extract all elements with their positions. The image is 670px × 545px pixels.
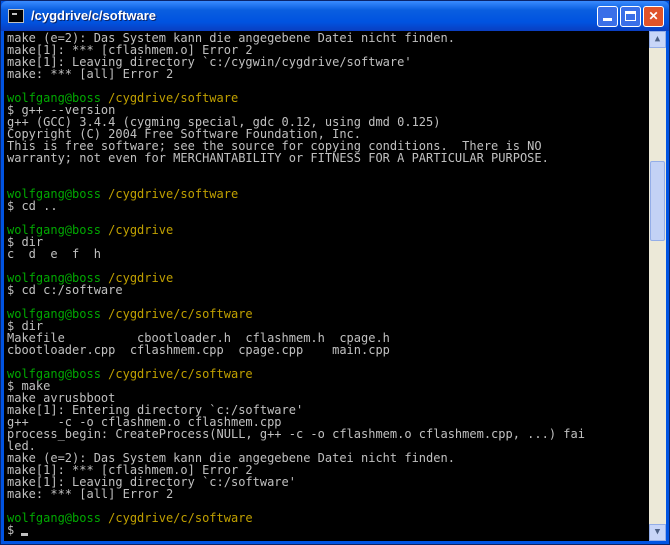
- prompt-line: wolfgang@boss /cygdrive: [7, 224, 647, 236]
- prompt-path: /cygdrive: [108, 223, 174, 237]
- text-cursor: [21, 533, 29, 536]
- output-line: warranty; not even for MERCHANTABILITY o…: [7, 151, 549, 165]
- output-line: cbootloader.cpp cflashmem.cpp cpage.cpp …: [7, 343, 390, 357]
- close-button[interactable]: ✕: [643, 6, 664, 27]
- minimize-icon: [603, 18, 612, 21]
- window-title: /cygdrive/c/software: [31, 8, 156, 23]
- prompt-line: wolfgang@boss /cygdrive/software: [7, 188, 647, 200]
- input-prompt: $: [7, 523, 22, 537]
- prompt-path: /cygdrive/c/software: [108, 307, 253, 321]
- output-line: $ cd ..: [7, 199, 58, 213]
- prompt-path: /cygdrive/c/software: [108, 367, 253, 381]
- prompt-path: /cygdrive/software: [108, 187, 239, 201]
- output-line: c d e f h: [7, 247, 101, 261]
- terminal-window[interactable]: /cygdrive/c/software ✕ make (e=2): Das S…: [0, 0, 670, 545]
- output-line: $ dir: [7, 235, 44, 249]
- title-bar[interactable]: /cygdrive/c/software ✕: [1, 1, 669, 31]
- input-line[interactable]: $: [7, 524, 647, 536]
- maximize-button[interactable]: [620, 6, 641, 27]
- maximize-icon: [625, 11, 636, 21]
- console-icon[interactable]: [8, 9, 24, 23]
- prompt-line: wolfgang@boss /cygdrive/c/software: [7, 308, 647, 320]
- console-area[interactable]: make (e=2): Das System kann die angegebe…: [4, 31, 666, 541]
- output-line: process_begin: CreateProcess(NULL, g++ -…: [7, 427, 585, 441]
- output-line: make: *** [all] Error 2: [7, 487, 174, 501]
- vertical-scrollbar[interactable]: ▲ ▼: [649, 31, 666, 541]
- prompt-line: wolfgang@boss /cygdrive/c/software: [7, 368, 647, 380]
- scroll-down-button[interactable]: ▼: [649, 524, 666, 541]
- prompt-path: /cygdrive/software: [108, 91, 239, 105]
- output-line: make: *** [all] Error 2: [7, 67, 174, 81]
- scroll-down-arrow-icon: ▼: [654, 527, 661, 537]
- scroll-up-arrow-icon: ▲: [654, 34, 661, 44]
- output-line: $ cd c:/software: [7, 283, 123, 297]
- scroll-up-button[interactable]: ▲: [649, 31, 666, 48]
- minimize-button[interactable]: [597, 6, 618, 27]
- prompt-line: wolfgang@boss /cygdrive/c/software: [7, 512, 647, 524]
- console-output[interactable]: make (e=2): Das System kann die angegebe…: [7, 32, 647, 540]
- scrollbar-thumb[interactable]: [650, 161, 665, 241]
- close-icon: ✕: [648, 9, 659, 23]
- prompt-path: /cygdrive/c/software: [108, 511, 253, 525]
